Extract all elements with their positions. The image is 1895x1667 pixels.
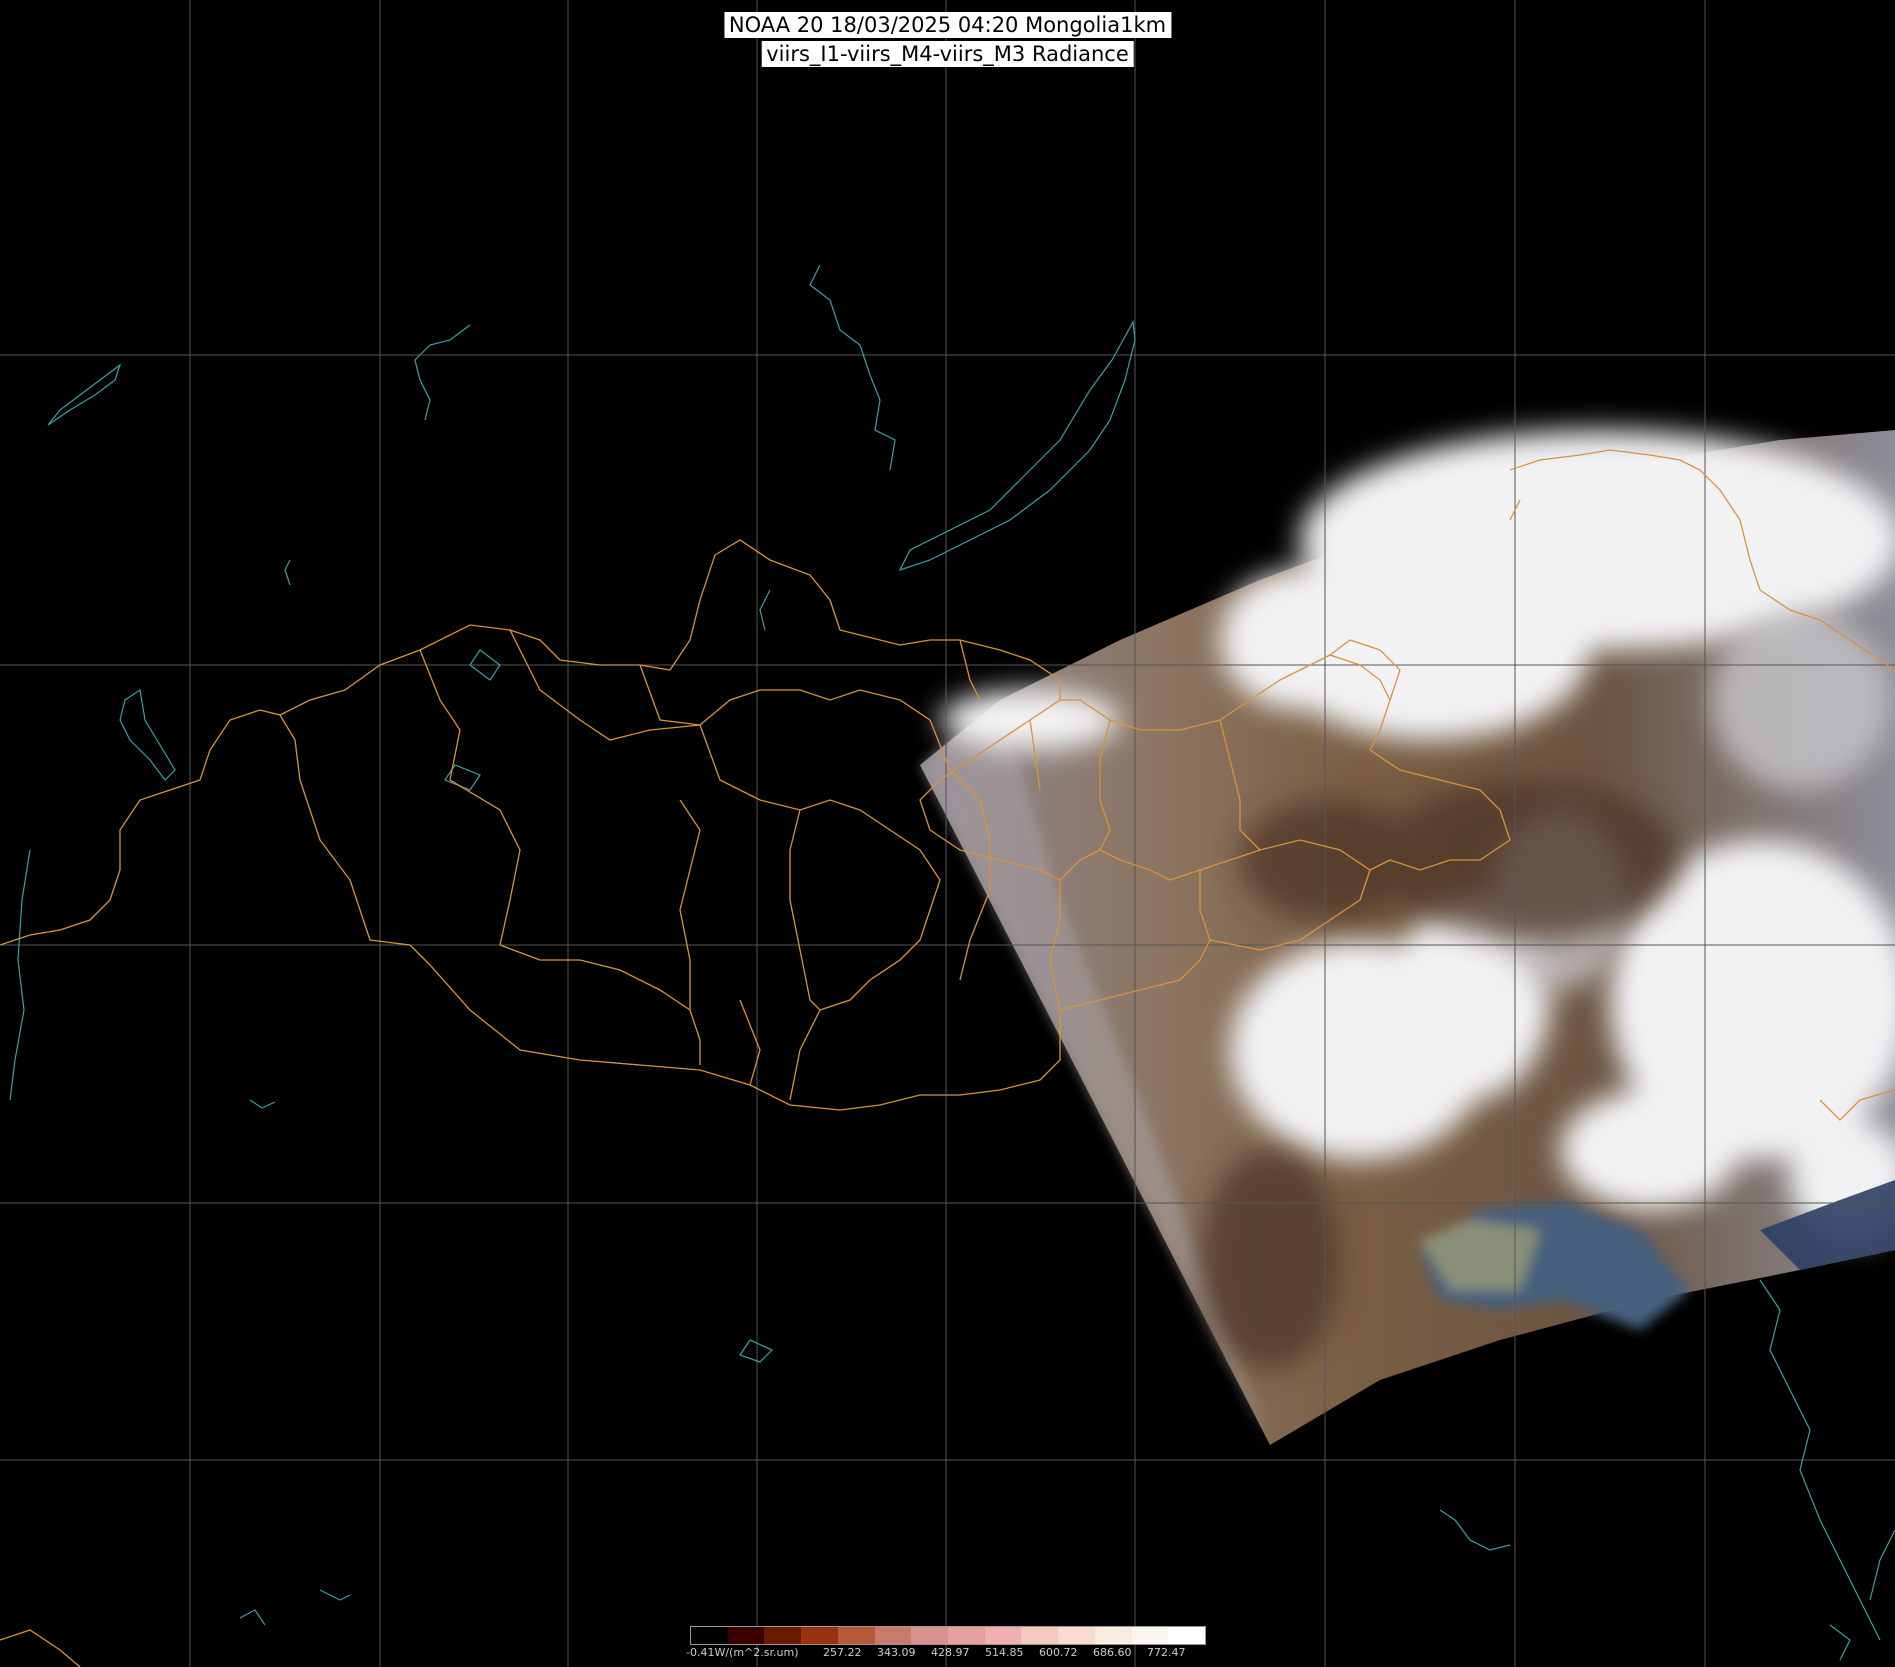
colorbar-swatch [1168,1627,1206,1644]
colorbar-swatch [948,1627,985,1644]
colorbar-unit-label: -0.41W/(m^2.sr.um) [686,1646,799,1659]
colorbar-tick-label: 257.22 [823,1646,862,1659]
colorbar-swatch [764,1627,802,1644]
image-title-line1: NOAA 20 18/03/2025 04:20 Mongolia1km [723,12,1172,38]
colorbar-swatch [691,1627,728,1644]
image-title-line2: viirs_I1-viirs_M4-viirs_M3 Radiance [761,41,1134,67]
colorbar-swatch [1131,1627,1169,1644]
colorbar-swatch [984,1627,1022,1644]
colorbar-swatch [1058,1627,1095,1644]
colorbar [690,1626,1206,1645]
colorbar-tick-label: 686.60 [1093,1646,1132,1659]
colorbar-swatch [911,1627,949,1644]
colorbar-swatch [837,1627,875,1644]
colorbar-tick-label: 772.47 [1147,1646,1186,1659]
colorbar-swatch [801,1627,838,1644]
colorbar-swatch [874,1627,912,1644]
colorbar-swatch [1021,1627,1059,1644]
colorbar-tick-label: 600.72 [1039,1646,1078,1659]
colorbar-swatch [1094,1627,1132,1644]
colorbar-tick-label: 428.97 [931,1646,970,1659]
satellite-map [0,0,1895,1667]
colorbar-swatch [727,1627,765,1644]
colorbar-tick-label: 514.85 [985,1646,1024,1659]
colorbar-tick-label: 343.09 [877,1646,916,1659]
